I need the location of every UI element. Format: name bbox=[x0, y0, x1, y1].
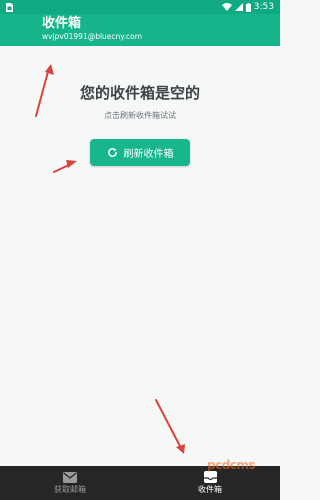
refresh-inbox-button[interactable]: 刷新收件箱 bbox=[90, 139, 190, 166]
mail-icon bbox=[63, 471, 77, 483]
empty-state-title: 您的收件箱是空的 bbox=[79, 84, 200, 102]
empty-state-hint: 点击刷新收件箱试试 bbox=[104, 111, 176, 120]
wifi-icon bbox=[221, 3, 232, 11]
annotation-arrow-inbox bbox=[155, 399, 183, 451]
status-right: 3:53 bbox=[221, 2, 274, 12]
annotation-arrowhead-inbox bbox=[176, 444, 185, 454]
refresh-icon bbox=[107, 148, 117, 157]
annotation-arrowhead-refresh bbox=[66, 160, 77, 168]
app-bar: 收件箱 wvjpv01991@bluecny.com bbox=[0, 14, 280, 46]
page-title: 收件箱 bbox=[42, 16, 82, 31]
email-address: wvjpv01991@bluecny.com bbox=[42, 32, 143, 41]
inbox-icon bbox=[203, 471, 217, 483]
annotation-arrows bbox=[35, 64, 185, 454]
status-time: 3:53 bbox=[253, 2, 274, 12]
sim-card-icon bbox=[6, 2, 13, 12]
status-bar: 3:53 bbox=[0, 0, 280, 14]
battery-icon bbox=[245, 2, 251, 12]
cellular-signal-icon bbox=[234, 3, 243, 11]
refresh-button-label: 刷新收件箱 bbox=[123, 149, 174, 160]
annotation-arrowhead-email bbox=[45, 64, 54, 75]
annotation-arrow-refresh bbox=[53, 162, 74, 173]
nav-item-get-email[interactable]: 获取邮箱 bbox=[0, 466, 140, 500]
nav-label-get-email: 获取邮箱 bbox=[54, 484, 86, 494]
status-left bbox=[6, 2, 13, 12]
nav-label-inbox: 收件箱 bbox=[198, 485, 222, 494]
watermark: pcdcms bbox=[207, 458, 256, 472]
